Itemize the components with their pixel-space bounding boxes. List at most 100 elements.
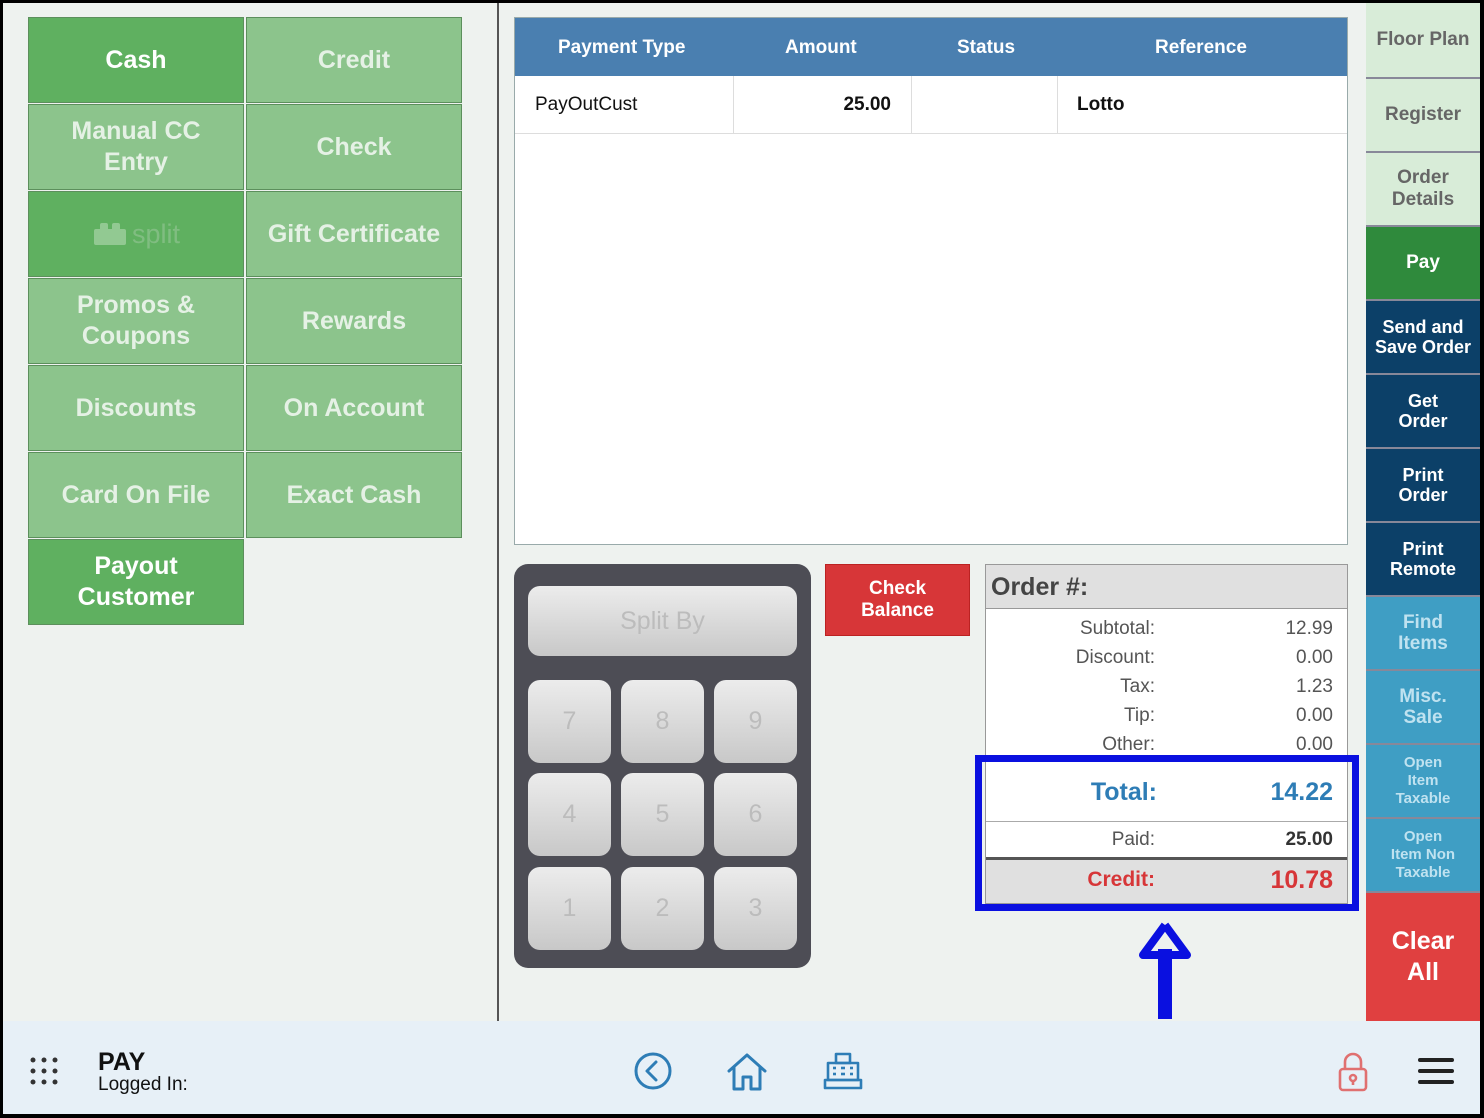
home-icon[interactable] — [725, 1051, 769, 1093]
discount-label: Discount: — [1075, 647, 1155, 668]
on-account-label: On Account — [283, 393, 425, 422]
order-details-label-2: Details — [1391, 189, 1455, 210]
exact-cash-button[interactable]: Exact Cash — [246, 452, 462, 538]
cell-reference: Lotto — [1077, 94, 1125, 115]
open-item-non-taxable-button[interactable]: Open Item Non Taxable — [1366, 819, 1480, 893]
open-taxable-label-2: Item — [1407, 772, 1439, 789]
send-save-order-button[interactable]: Send and Save Order — [1366, 301, 1480, 375]
payout-label-1: Payout — [94, 552, 178, 580]
misc-sale-label-1: Misc. — [1399, 686, 1447, 707]
header-payment-type: Payment Type — [558, 37, 686, 58]
key-7[interactable]: 7 — [528, 680, 611, 763]
key-8[interactable]: 8 — [621, 680, 704, 763]
cash-label: Cash — [105, 45, 167, 74]
register-label: Register — [1384, 104, 1462, 125]
key-5-label: 5 — [655, 800, 670, 828]
key-3[interactable]: 3 — [714, 867, 797, 950]
card-on-file-label: Card On File — [61, 480, 211, 509]
table-row[interactable]: PayOutCust 25.00 Lotto — [515, 76, 1347, 134]
check-balance-label-1: Check — [868, 578, 927, 599]
send-save-label-2: Save Order — [1374, 337, 1472, 357]
promos-coupons-button[interactable]: Promos & Coupons — [28, 278, 244, 364]
get-order-label-2: Order — [1398, 411, 1448, 431]
on-account-button[interactable]: On Account — [246, 365, 462, 451]
key-5[interactable]: 5 — [621, 773, 704, 856]
print-remote-button[interactable]: Print Remote — [1366, 523, 1480, 597]
key-6[interactable]: 6 — [714, 773, 797, 856]
bottom-bar: PAY Logged In: — [3, 1021, 1480, 1114]
split-logo-text: split — [131, 218, 180, 249]
screen-info: PAY Logged In: — [98, 1049, 188, 1095]
split-by-label: Split By — [620, 606, 705, 635]
key-8-label: 8 — [655, 707, 670, 735]
payout-customer-button[interactable]: Payout Customer — [28, 539, 244, 625]
credit-value: 10.78 — [1270, 866, 1333, 894]
find-items-button[interactable]: Find Items — [1366, 597, 1480, 671]
tax-value: 1.23 — [1296, 676, 1333, 697]
credit-button[interactable]: Credit — [246, 17, 462, 103]
floor-plan-button[interactable]: Floor Plan — [1366, 3, 1480, 79]
gift-certificate-button[interactable]: Gift Certificate — [246, 191, 462, 277]
print-remote-label-1: Print — [1402, 539, 1444, 559]
find-items-label-1: Find — [1402, 612, 1444, 633]
order-summary: Order #: Subtotal: 12.99 Discount: 0.00 Ta… — [985, 564, 1348, 904]
key-3-label: 3 — [748, 894, 763, 922]
cash-button[interactable]: Cash — [28, 17, 244, 103]
subtotal-value: 12.99 — [1285, 618, 1333, 639]
menu-icon[interactable] — [1418, 1056, 1454, 1086]
lock-icon[interactable] — [1337, 1051, 1369, 1093]
manual-cc-entry-button[interactable]: Manual CC Entry — [28, 104, 244, 190]
misc-sale-button[interactable]: Misc. Sale — [1366, 671, 1480, 745]
print-order-label-1: Print — [1402, 465, 1444, 485]
open-item-taxable-button[interactable]: Open Item Taxable — [1366, 745, 1480, 819]
clear-all-button[interactable]: Clear All — [1366, 893, 1480, 1021]
header-amount: Amount — [785, 37, 857, 58]
payments-table: Payment Type Amount Status Reference Pay… — [514, 17, 1348, 545]
pay-button[interactable]: Pay — [1366, 227, 1480, 301]
panel-divider — [497, 3, 499, 1021]
floor-plan-label: Floor Plan — [1376, 29, 1470, 50]
paid-row: Paid: 25.00 — [986, 821, 1347, 857]
screen-name: PAY — [98, 1048, 146, 1076]
open-nontax-label-3: Taxable — [1395, 864, 1451, 881]
discounts-button[interactable]: Discounts — [28, 365, 244, 451]
order-details-button[interactable]: Order Details — [1366, 153, 1480, 227]
get-order-label-1: Get — [1407, 391, 1438, 411]
key-6-label: 6 — [748, 800, 763, 828]
split-by-button[interactable]: Split By — [528, 586, 797, 656]
misc-sale-label-2: Sale — [1403, 707, 1443, 728]
total-value: 14.22 — [1270, 778, 1333, 806]
split-payment-button[interactable]: split — [28, 191, 244, 277]
open-taxable-label-3: Taxable — [1395, 790, 1451, 807]
find-items-label-2: Items — [1398, 633, 1448, 654]
key-1[interactable]: 1 — [528, 867, 611, 950]
open-nontax-label-2: Item Non — [1390, 846, 1456, 863]
check-balance-button[interactable]: Check Balance — [825, 564, 970, 636]
payments-table-header: Payment Type Amount Status Reference — [515, 18, 1347, 76]
cash-register-icon[interactable] — [822, 1051, 864, 1091]
print-order-button[interactable]: Print Order — [1366, 449, 1480, 523]
key-4[interactable]: 4 — [528, 773, 611, 856]
pay-screen: Cash Credit Manual CC Entry Check split … — [3, 3, 1480, 1114]
register-button[interactable]: Register — [1366, 79, 1480, 153]
other-row: Other: 0.00 — [986, 730, 1347, 759]
open-taxable-label-1: Open — [1403, 754, 1443, 771]
credit-label: Credit: — [1087, 868, 1155, 891]
key-9[interactable]: 9 — [714, 680, 797, 763]
total-row: Total: 14.22 — [986, 757, 1347, 821]
order-details-label-1: Order — [1397, 167, 1449, 188]
get-order-button[interactable]: Get Order — [1366, 375, 1480, 449]
subtotal-row: Subtotal: 12.99 — [986, 614, 1347, 643]
tip-row: Tip: 0.00 — [986, 701, 1347, 730]
check-balance-label-2: Balance — [861, 600, 934, 621]
card-on-file-button[interactable]: Card On File — [28, 452, 244, 538]
rewards-label: Rewards — [301, 306, 407, 335]
keypad: Split By 7 8 9 4 5 6 1 2 3 — [514, 564, 811, 968]
rewards-button[interactable]: Rewards — [246, 278, 462, 364]
apps-grid-icon[interactable] — [30, 1057, 58, 1085]
key-2[interactable]: 2 — [621, 867, 704, 950]
check-button[interactable]: Check — [246, 104, 462, 190]
back-circle-icon[interactable] — [633, 1051, 673, 1091]
manual-cc-label-1: Manual CC — [71, 117, 201, 145]
manual-cc-label-2: Entry — [104, 148, 168, 176]
